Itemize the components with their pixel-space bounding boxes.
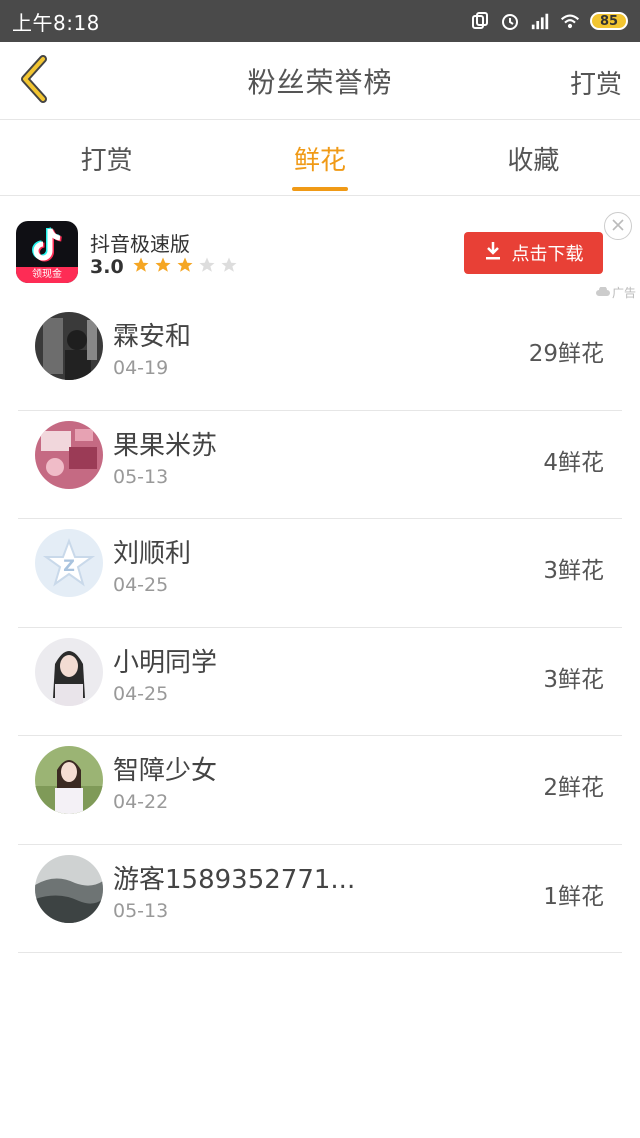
tab-label: 收藏: [507, 145, 560, 176]
app-icon: 领现金: [16, 221, 78, 283]
avatar: [35, 854, 103, 923]
back-button[interactable]: [14, 55, 54, 107]
tab-bar: 打赏 鲜花 收藏: [0, 121, 640, 196]
star-empty-icon: [220, 256, 238, 278]
tab-flowers[interactable]: 鲜花: [213, 121, 426, 195]
list-item[interactable]: Z 刘顺利 04-25 3鲜花: [18, 519, 622, 628]
ad-tag: 广告: [595, 284, 636, 301]
fan-date: 05-13: [113, 465, 169, 488]
fan-name: 小明同学: [113, 647, 218, 678]
battery-indicator: 85: [590, 12, 628, 30]
avatar: [35, 637, 103, 706]
fan-date: 04-19: [113, 357, 169, 379]
flower-count: 4鲜花: [543, 449, 604, 476]
download-button[interactable]: 点击下载: [464, 232, 603, 274]
signal-icon: [530, 11, 550, 31]
fan-name: 游客1589352771...: [113, 864, 356, 895]
avatar: [35, 746, 103, 814]
star-empty-icon: [198, 256, 216, 278]
fan-date: 05-13: [113, 899, 169, 922]
list-item[interactable]: 游客1589352771... 05-13 1鲜花: [18, 845, 622, 953]
ad-close-button[interactable]: [604, 212, 632, 240]
flower-count: 2鲜花: [543, 775, 604, 801]
fan-name: 果果米苏: [113, 430, 218, 461]
ad-rating: 3.0: [90, 256, 238, 278]
sim-icon: [470, 11, 490, 31]
status-icons: 85: [470, 11, 628, 31]
tiktok-icon: [32, 227, 62, 262]
wifi-icon: [560, 11, 580, 31]
list-item[interactable]: 果果米苏 05-13 4鲜花: [18, 411, 622, 519]
ad-banner[interactable]: 领现金 抖音极速版 3.0 点击下载 广告: [0, 198, 640, 302]
app-header: 粉丝荣誉榜 打赏: [0, 42, 640, 120]
close-icon: [611, 217, 625, 236]
download-label: 点击下载: [511, 244, 584, 265]
avatar: [35, 312, 103, 380]
fans-list: 霖安和 04-19 29鲜花 果果米苏 05-13 4鲜花 Z 刘顺利 04-2…: [0, 302, 640, 953]
fan-date: 04-25: [113, 682, 169, 705]
ad-tag-label: 广告: [611, 286, 636, 300]
fan-date: 04-22: [113, 791, 169, 813]
flower-count: 3鲜花: [543, 558, 604, 584]
star-icon: [154, 256, 172, 278]
chevron-left-icon: [17, 55, 51, 107]
flower-count: 3鲜花: [543, 666, 604, 693]
list-item[interactable]: 小明同学 04-25 3鲜花: [18, 628, 622, 736]
fan-name: 霖安和: [113, 322, 192, 352]
cloud-icon: [595, 285, 610, 300]
tab-label: 打赏: [80, 145, 133, 176]
alarm-icon: [500, 11, 520, 31]
star-icon: [132, 256, 150, 278]
star-icon: [176, 256, 194, 278]
download-icon: [484, 241, 502, 266]
status-bar: 上午8:18 85: [0, 0, 640, 42]
svg-text:Z: Z: [63, 556, 75, 575]
list-item[interactable]: 智障少女 04-22 2鲜花: [18, 736, 622, 845]
page-title: 粉丝荣誉榜: [247, 65, 393, 99]
ad-app-name: 抖音极速版: [90, 232, 190, 256]
avatar: Z: [35, 529, 103, 597]
app-icon-badge: 领现金: [16, 267, 78, 283]
rating-score: 3.0: [90, 256, 124, 278]
list-item[interactable]: 霖安和 04-19 29鲜花: [18, 302, 622, 411]
tab-favorites[interactable]: 收藏: [427, 121, 640, 195]
tab-label: 鲜花: [293, 145, 346, 176]
active-tab-indicator: [291, 187, 348, 191]
fan-name: 智障少女: [113, 756, 218, 786]
flower-count: 1鲜花: [543, 883, 604, 910]
fan-name: 刘顺利: [113, 539, 192, 569]
reward-button[interactable]: 打赏: [570, 64, 622, 101]
status-time: 上午8:18: [12, 10, 100, 35]
tab-reward[interactable]: 打赏: [0, 121, 213, 195]
flower-count: 29鲜花: [528, 341, 604, 367]
avatar: [35, 420, 103, 489]
fan-date: 04-25: [113, 574, 169, 596]
